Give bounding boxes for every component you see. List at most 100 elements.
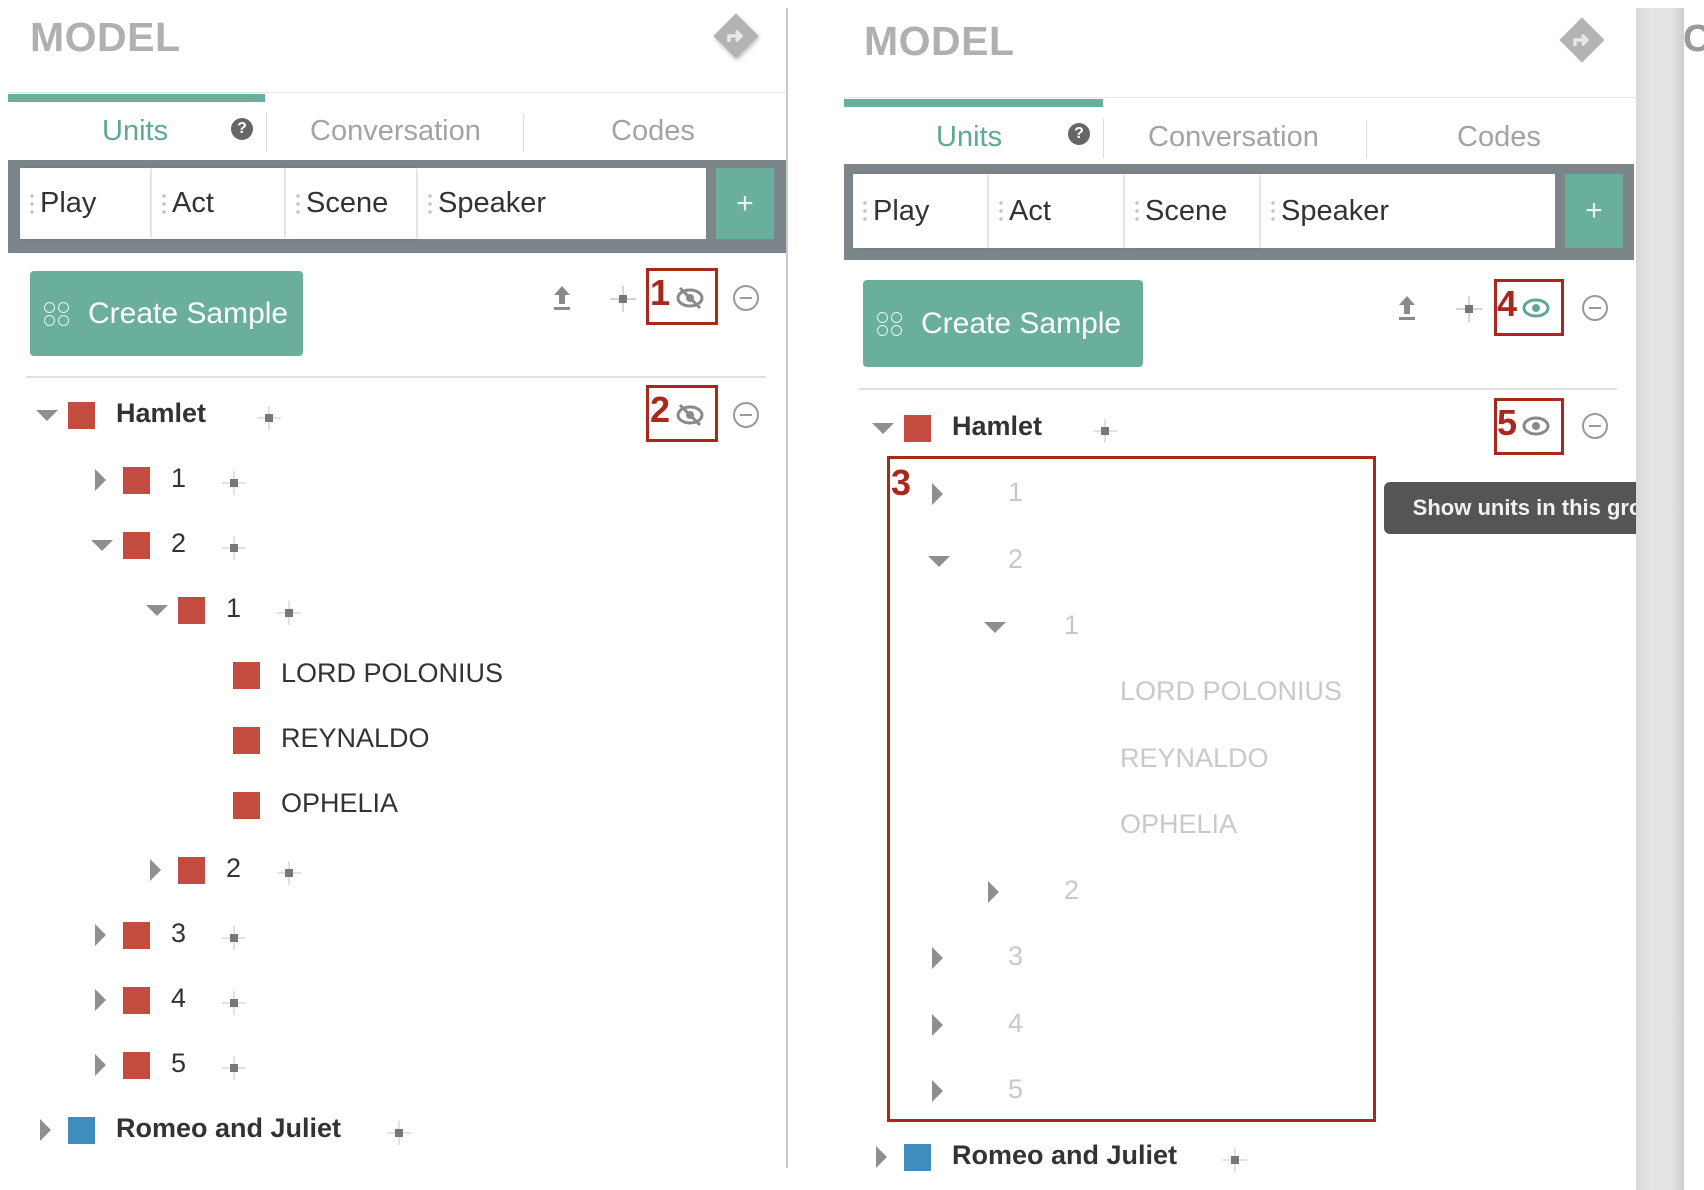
- color-swatch[interactable]: [68, 1117, 95, 1144]
- move-icon[interactable]: [1222, 1147, 1248, 1173]
- drag-handle-icon[interactable]: [162, 191, 166, 216]
- move-icon[interactable]: [221, 470, 247, 496]
- chip-play[interactable]: Play: [853, 174, 987, 248]
- caret-right-icon[interactable]: [95, 924, 106, 946]
- move-icon[interactable]: [256, 405, 282, 431]
- drag-handle-icon[interactable]: [296, 191, 300, 216]
- tab-conversation[interactable]: Conversation: [1148, 121, 1319, 154]
- tree-row-label: Romeo and Juliet: [952, 1140, 1178, 1171]
- chip-scene[interactable]: Scene: [286, 168, 416, 239]
- chip-speaker[interactable]: Speaker: [418, 168, 706, 239]
- add-unit-button[interactable]: +: [716, 168, 774, 239]
- caret-right-icon[interactable]: [876, 1146, 887, 1169]
- move-icon[interactable]: [609, 285, 637, 313]
- chip-play[interactable]: Play: [20, 168, 150, 239]
- caret-down-icon[interactable]: [146, 605, 168, 616]
- color-swatch[interactable]: [123, 532, 150, 559]
- tab-divider: [266, 112, 267, 152]
- tree-row-label: 5: [171, 1048, 187, 1078]
- annotation-number: 5: [1497, 402, 1518, 443]
- annotation-number: 1: [650, 272, 671, 313]
- share-icon[interactable]: [1554, 12, 1610, 68]
- collapse-all-icon[interactable]: [732, 284, 760, 312]
- move-icon[interactable]: [221, 535, 247, 561]
- move-icon[interactable]: [1092, 418, 1118, 444]
- upload-icon[interactable]: [1396, 294, 1418, 322]
- move-icon[interactable]: [276, 600, 302, 626]
- caret-right-icon[interactable]: [95, 989, 106, 1011]
- tree-row-label: 2: [171, 528, 187, 558]
- tree-row-label: REYNALDO: [281, 723, 430, 753]
- tab-conversation[interactable]: Conversation: [310, 115, 481, 148]
- tree-row-label: Hamlet: [116, 398, 207, 428]
- tab-codes[interactable]: Codes: [1457, 121, 1541, 154]
- help-icon[interactable]: ?: [231, 118, 253, 140]
- tree-row-label: LORD POLONIUS: [281, 658, 504, 688]
- tab-units[interactable]: Units: [102, 115, 168, 148]
- tab-divider: [523, 114, 524, 152]
- caret-down-icon[interactable]: [91, 540, 113, 551]
- active-tab-indicator: [844, 99, 1103, 107]
- drag-handle-icon[interactable]: [1135, 199, 1139, 223]
- tree-row-label: 1: [226, 593, 242, 623]
- move-icon[interactable]: [221, 1055, 247, 1081]
- move-icon[interactable]: [1455, 295, 1483, 323]
- color-swatch[interactable]: [233, 792, 260, 819]
- drag-handle-icon[interactable]: [1271, 199, 1275, 223]
- color-swatch[interactable]: [233, 662, 260, 689]
- drag-handle-icon[interactable]: [863, 199, 867, 223]
- tab-divider: [1366, 120, 1367, 158]
- color-swatch[interactable]: [233, 727, 260, 754]
- drag-handle-icon[interactable]: [428, 191, 432, 216]
- chip-scene[interactable]: Scene: [1125, 174, 1259, 248]
- annotation-box: [887, 456, 1376, 1122]
- color-swatch[interactable]: [123, 467, 150, 494]
- color-swatch[interactable]: [178, 857, 205, 884]
- move-icon[interactable]: [276, 860, 302, 886]
- header-divider: [8, 92, 786, 93]
- collapse-all-icon[interactable]: [1581, 294, 1609, 322]
- drag-handle-icon[interactable]: [30, 191, 34, 216]
- color-swatch[interactable]: [123, 987, 150, 1014]
- panel-gutter: [1636, 8, 1684, 1190]
- color-swatch[interactable]: [123, 922, 150, 949]
- create-sample-button[interactable]: Create Sample: [30, 271, 303, 356]
- caret-down-icon[interactable]: [872, 423, 894, 434]
- sample-icon: [877, 311, 903, 336]
- tree-row-label: 1: [171, 463, 187, 493]
- tab-codes[interactable]: Codes: [611, 115, 695, 148]
- chip-speaker[interactable]: Speaker: [1261, 174, 1555, 248]
- move-icon[interactable]: [386, 1120, 412, 1146]
- help-icon[interactable]: ?: [1068, 123, 1090, 145]
- remove-group-icon[interactable]: [1581, 412, 1609, 440]
- color-swatch[interactable]: [123, 1052, 150, 1079]
- chip-container: Play Act Scene Speaker: [853, 174, 1555, 248]
- caret-down-icon[interactable]: [36, 410, 58, 421]
- caret-right-icon[interactable]: [95, 469, 106, 491]
- annotation-number: 3: [891, 462, 912, 503]
- create-sample-button[interactable]: Create Sample: [863, 280, 1143, 367]
- tree-row-label: 2: [226, 853, 242, 883]
- move-icon[interactable]: [221, 990, 247, 1016]
- chip-act[interactable]: Act: [152, 168, 284, 239]
- tree-row-label: Romeo and Juliet: [116, 1113, 342, 1143]
- color-swatch[interactable]: [68, 402, 95, 429]
- color-swatch[interactable]: [904, 1144, 931, 1172]
- caret-right-icon[interactable]: [95, 1054, 106, 1076]
- tree-row-label: OPHELIA: [281, 788, 399, 818]
- annotation-number: 4: [1497, 283, 1518, 324]
- caret-right-icon[interactable]: [150, 859, 161, 881]
- sample-icon: [44, 301, 70, 326]
- upload-icon[interactable]: [551, 284, 573, 312]
- caret-right-icon[interactable]: [40, 1119, 51, 1141]
- color-swatch[interactable]: [904, 415, 931, 442]
- tab-divider: [1103, 118, 1104, 158]
- drag-handle-icon[interactable]: [999, 199, 1003, 223]
- remove-group-icon[interactable]: [732, 401, 760, 429]
- chip-act[interactable]: Act: [989, 174, 1123, 248]
- share-icon[interactable]: [708, 8, 764, 64]
- color-swatch[interactable]: [178, 597, 205, 624]
- add-unit-button[interactable]: +: [1565, 174, 1623, 248]
- tab-units[interactable]: Units: [936, 121, 1002, 154]
- move-icon[interactable]: [221, 925, 247, 951]
